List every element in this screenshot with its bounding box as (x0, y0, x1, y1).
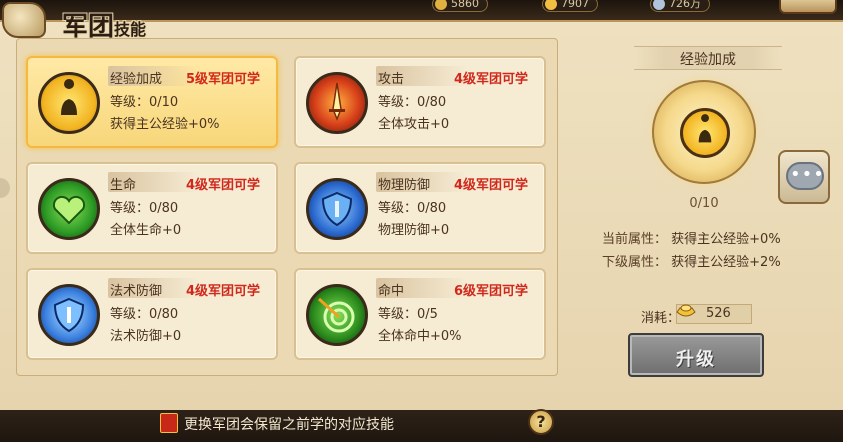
skill-effect: 获得主公经验+0% (110, 117, 220, 132)
detail-scholar-icon (680, 108, 730, 158)
detail-title: 经验加成 (680, 52, 736, 68)
next-attribute: 下级属性： 获得主公经验+2% (602, 251, 781, 270)
skill-level: 等级：0/80 (378, 95, 447, 110)
notice-text: 更换军团会保留之前学的对应技能 (184, 417, 394, 433)
skill-name: 经验加成 (110, 72, 163, 87)
skill-effect: 物理防御+0 (378, 223, 450, 238)
next-attribute-value: 获得主公经验+2% (671, 255, 781, 270)
skill-requirement: 4级军团可学 (186, 178, 261, 193)
resource-value-2: 7907 (561, 0, 589, 10)
coin-icon (435, 0, 447, 10)
skill-requirement: 6级军团可学 (454, 284, 529, 299)
magic-shield-icon (38, 284, 100, 346)
skill-effect: 全体命中+0% (378, 329, 462, 344)
skill-card-health[interactable]: 生命 4级军团可学 等级：0/80 全体生命+0 (26, 162, 278, 254)
skill-effect: 法术防御+0 (110, 329, 182, 344)
skill-requirement: 4级军团可学 (454, 72, 529, 87)
skill-level: 等级：0/10 (110, 95, 179, 110)
gold-ingot-icon (675, 302, 697, 320)
skill-name: 命中 (378, 284, 405, 299)
current-attribute-label: 当前属性： (602, 232, 668, 247)
skill-card-magic-defense[interactable]: 法术防御 4级军团可学 等级：0/80 法术防御+0 (26, 268, 278, 360)
help-icon[interactable]: ? (528, 409, 554, 435)
heart-icon (38, 178, 100, 240)
skill-card-physical-defense[interactable]: 物理防御 4级军团可学 等级：0/80 物理防御+0 (294, 162, 546, 254)
skill-effect: 全体攻击+0 (378, 117, 450, 132)
legion-emblem-icon (2, 2, 46, 38)
resource-counter-2: 7907 (542, 0, 598, 12)
skill-name: 攻击 (378, 72, 405, 87)
upgrade-button[interactable]: 升级 (628, 333, 764, 377)
sword-icon (306, 72, 368, 134)
current-attribute-value: 获得主公经验+0% (671, 232, 781, 247)
skill-level: 等级：0/5 (378, 307, 438, 322)
skill-level: 等级：0/80 (110, 307, 179, 322)
skill-card-exp-bonus[interactable]: 经验加成 5级军团可学 等级：0/10 获得主公经验+0% (26, 56, 278, 148)
skill-card-accuracy[interactable]: 命中 6级军团可学 等级：0/5 全体命中+0% (294, 268, 546, 360)
skill-name: 生命 (110, 178, 137, 193)
resource-counter-1: 5860 (432, 0, 488, 12)
resource-value-3: 726万 (669, 0, 701, 10)
skill-requirement: 4级军团可学 (186, 284, 261, 299)
resource-value-1: 5860 (451, 0, 479, 10)
top-right-button[interactable] (779, 0, 837, 14)
gold-ingot-icon (545, 0, 557, 10)
chat-dots-icon: ••• (790, 164, 825, 185)
shield-icon (306, 178, 368, 240)
next-attribute-label: 下级属性： (602, 255, 668, 270)
upgrade-button-label: 升级 (676, 349, 716, 370)
cost-value: 526 (706, 306, 731, 321)
skill-requirement: 5级军团可学 (186, 72, 261, 87)
scholar-icon (38, 72, 100, 134)
skill-effect: 全体生命+0 (110, 223, 182, 238)
skill-requirement: 4级军团可学 (454, 178, 529, 193)
skill-name: 物理防御 (378, 178, 431, 193)
resource-counter-3: 726万 (650, 0, 710, 12)
detail-level-count: 0/10 (689, 196, 719, 211)
notice-icon (160, 413, 178, 433)
skill-level: 等级：0/80 (110, 201, 179, 216)
bottom-notice-bar (0, 410, 843, 442)
page-title-sub: 技能 (114, 20, 147, 39)
skill-name: 法术防御 (110, 284, 163, 299)
skill-card-attack[interactable]: 攻击 4级军团可学 等级：0/80 全体攻击+0 (294, 56, 546, 148)
target-icon (306, 284, 368, 346)
skill-level: 等级：0/80 (378, 201, 447, 216)
current-attribute: 当前属性： 获得主公经验+0% (602, 228, 781, 247)
silver-icon (653, 0, 665, 10)
